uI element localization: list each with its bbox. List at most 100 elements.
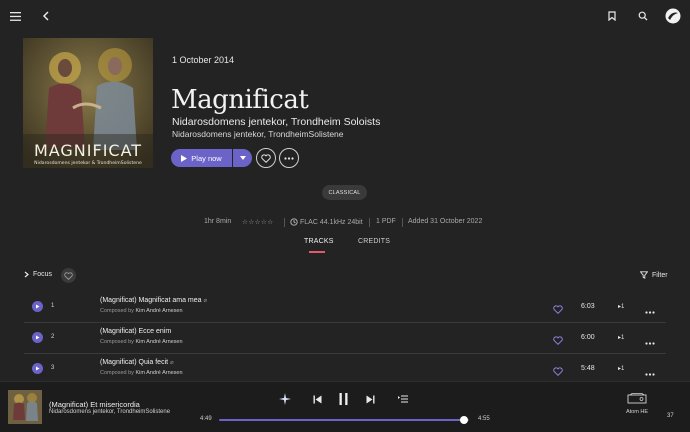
added-date: Added 31 October 2022 <box>408 218 483 225</box>
track-composer: Composed by Kim André Arnesen <box>100 370 183 376</box>
audio-format: FLAC 44.1kHz 24bit <box>290 218 363 226</box>
ellipsis-icon <box>645 311 655 314</box>
track-row[interactable]: 3 (Magnificat) Quia fecit ⌀ Composed by … <box>24 354 666 384</box>
track-title[interactable]: (Magnificat) Quia fecit ⌀ <box>100 359 174 366</box>
link-icon: ⌀ <box>203 298 208 304</box>
album-cover: MAGNIFICAT Nidarosdomens jentekor & Tron… <box>23 38 153 168</box>
queue-icon <box>398 395 408 403</box>
cover-title-text: MAGNIFICAT <box>34 141 142 160</box>
pause-icon <box>339 393 347 405</box>
link-icon: ⌀ <box>170 360 174 366</box>
heart-icon <box>553 367 563 376</box>
output-device[interactable]: Atom HE <box>624 393 650 415</box>
chevron-right-icon <box>24 271 29 278</box>
track-more-button[interactable] <box>645 363 655 381</box>
play-icon <box>181 154 188 162</box>
progress-handle[interactable] <box>460 416 468 424</box>
composed-prefix: Composed by <box>100 339 134 345</box>
album-artist-secondary[interactable]: Nidarosdomens jentekor, TrondheimSoliste… <box>172 129 344 139</box>
album-artist-primary[interactable]: Nidarosdomens jentekor, Trondheim Solois… <box>172 116 380 128</box>
search-icon[interactable] <box>633 6 653 26</box>
track-number: 2 <box>51 334 55 340</box>
pdf-count[interactable]: 1 PDF <box>376 218 396 225</box>
track-favorite-button[interactable] <box>553 332 563 350</box>
track-play-button[interactable] <box>32 301 43 312</box>
focus-toggle[interactable]: Focus <box>24 271 52 278</box>
next-button[interactable] <box>363 391 377 407</box>
heart-icon <box>553 336 563 345</box>
play-icon <box>36 366 40 371</box>
progress-bar-fill[interactable] <box>219 419 464 421</box>
track-title[interactable]: (Magnificat) Ecce enim <box>100 328 171 335</box>
bookmark-icon[interactable] <box>602 6 622 26</box>
track-duration: 6:03 <box>581 303 595 310</box>
track-play-count: ▸1 <box>618 303 624 310</box>
genre-tag[interactable]: CLASSICAL <box>322 185 367 200</box>
ellipsis-icon <box>645 342 655 345</box>
filter-button[interactable]: Filter <box>640 271 668 279</box>
track-row[interactable]: 1 (Magnificat) Magnificat ama mea ⌀ Comp… <box>24 292 666 323</box>
track-favorite-button[interactable] <box>553 363 563 381</box>
album-title: Magnificat <box>171 85 309 115</box>
play-count-value: 1 <box>621 335 625 341</box>
album-duration: 1hr 8min <box>204 218 232 225</box>
meta-divider <box>402 218 403 227</box>
caret-down-icon <box>239 156 246 160</box>
favorites-filter-button[interactable] <box>61 268 76 283</box>
track-favorite-button[interactable] <box>553 301 563 319</box>
track-title[interactable]: (Magnificat) Magnificat ama mea ⌀ <box>100 297 207 304</box>
pause-button[interactable] <box>335 391 351 407</box>
composed-prefix: Composed by <box>100 308 134 314</box>
now-playing-title[interactable]: (Magnificat) Et misericordia <box>49 400 140 409</box>
ellipsis-icon <box>645 373 655 376</box>
queue-button[interactable] <box>396 391 410 407</box>
app-logo-icon[interactable] <box>662 5 684 27</box>
heart-icon <box>261 153 271 163</box>
track-play-button[interactable] <box>32 363 43 374</box>
composer-name[interactable]: Kim André Arnesen <box>135 370 182 376</box>
amplifier-icon <box>627 393 647 404</box>
heart-icon <box>553 305 563 314</box>
volume-level[interactable]: 37 <box>667 413 674 419</box>
play-now-button[interactable]: Play now <box>171 149 232 167</box>
heart-icon <box>64 271 73 280</box>
track-play-count: ▸1 <box>618 334 624 341</box>
composed-prefix: Composed by <box>100 370 134 376</box>
audio-format-label: FLAC 44.1kHz 24bit <box>300 218 363 226</box>
focus-label: Focus <box>33 271 53 278</box>
tab-tracks[interactable]: TRACKS <box>304 238 334 245</box>
track-duration: 5:48 <box>581 365 595 372</box>
track-more-button[interactable] <box>645 332 655 350</box>
previous-button[interactable] <box>310 391 324 407</box>
quality-icon <box>290 218 298 226</box>
chevron-left-icon[interactable] <box>36 6 56 26</box>
tab-credits[interactable]: CREDITS <box>358 238 390 245</box>
filter-label: Filter <box>652 271 668 279</box>
meta-divider <box>284 218 285 227</box>
ellipsis-icon <box>284 156 294 160</box>
track-more-button[interactable] <box>645 301 655 319</box>
track-duration: 6:00 <box>581 334 595 341</box>
track-play-button[interactable] <box>32 332 43 343</box>
meta-divider <box>369 218 370 227</box>
track-play-count: ▸1 <box>618 365 624 372</box>
track-number: 1 <box>51 303 55 309</box>
now-playing-artwork[interactable] <box>8 390 42 424</box>
favorite-album-button[interactable] <box>256 148 276 168</box>
more-options-button[interactable] <box>279 148 299 168</box>
track-composer: Composed by Kim André Arnesen <box>100 308 183 314</box>
composer-name[interactable]: Kim André Arnesen <box>135 308 182 314</box>
rating-stars[interactable]: ☆☆☆☆☆ <box>242 218 274 226</box>
track-number: 3 <box>51 365 55 371</box>
release-date: 1 October 2014 <box>172 55 235 65</box>
play-icon <box>36 335 40 340</box>
play-count-value: 1 <box>621 366 625 372</box>
track-title-text: (Magnificat) Quia fecit <box>100 359 169 366</box>
hamburger-icon[interactable] <box>5 6 25 26</box>
skip-back-icon <box>313 395 321 403</box>
composer-name[interactable]: Kim André Arnesen <box>135 339 182 345</box>
now-playing-artist[interactable]: Nidarosdomens jentekor, TrondheimSoliste… <box>49 409 170 415</box>
play-options-dropdown[interactable] <box>233 149 252 167</box>
track-row[interactable]: 2 (Magnificat) Ecce enim Composed by Kim… <box>24 323 666 354</box>
sparkle-icon[interactable] <box>278 391 292 407</box>
